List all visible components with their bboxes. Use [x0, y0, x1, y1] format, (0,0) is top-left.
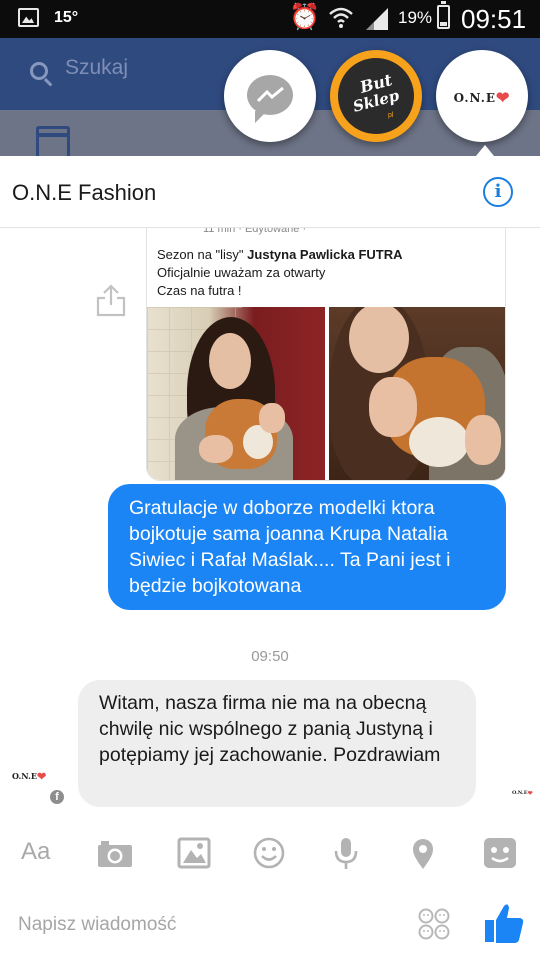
emoji-picker-icon[interactable]	[418, 908, 450, 940]
butsklep-chat-head[interactable]: But Sklep pl	[330, 50, 422, 142]
shared-post-attachment[interactable]: 11 min · Edytowane · Sezon na "lisy" Jus…	[146, 220, 506, 481]
heart-icon: ❤	[496, 88, 511, 107]
messenger-icon	[247, 75, 293, 115]
location-icon[interactable]	[405, 836, 441, 870]
signal-icon	[366, 8, 388, 30]
gallery-notification-icon	[18, 8, 39, 27]
battery-percent: 19%	[398, 8, 433, 27]
chat-panel: O.N.E Fashion i 11 min · Edytowane · Sez…	[0, 156, 540, 960]
one-fashion-logo: O.N.E❤	[453, 88, 511, 107]
camera-icon[interactable]	[97, 836, 133, 870]
heart-icon: ❤	[36, 770, 47, 783]
info-icon[interactable]: i	[483, 177, 513, 207]
active-head-pointer	[476, 145, 494, 156]
butsklep-logo: But Sklep pl	[338, 58, 414, 134]
seen-indicator: O.N.E❤	[512, 790, 533, 797]
emoji-icon[interactable]	[251, 836, 287, 870]
chat-header: O.N.E Fashion i	[0, 156, 540, 228]
alarm-icon: ⏰	[289, 3, 321, 31]
post-photo[interactable]	[147, 307, 325, 480]
sender-avatar[interactable]: O.N.E❤	[12, 770, 66, 790]
incoming-message[interactable]: Witam, nasza firma nie ma na obecną chwi…	[78, 680, 476, 807]
clock: 09:51	[461, 4, 527, 34]
search-input[interactable]: Szukaj	[65, 56, 128, 80]
chat-title[interactable]: O.N.E Fashion	[12, 180, 156, 206]
wifi-icon	[329, 7, 353, 28]
one-fashion-chat-head[interactable]: O.N.E❤	[436, 50, 528, 142]
outgoing-message[interactable]: Gratulacje w doborze modelki ktora bojko…	[108, 484, 506, 610]
weather-temperature: 15°	[54, 9, 79, 26]
share-icon[interactable]	[96, 283, 126, 317]
message-input[interactable]: Napisz wiadomość	[18, 914, 176, 936]
screen: 15° ⏰ 19% 09:51 Szukaj But Sklep pl O.N.…	[0, 0, 540, 960]
news-feed-icon[interactable]	[36, 126, 70, 156]
microphone-icon[interactable]	[328, 836, 364, 870]
message-timestamp: 09:50	[251, 648, 289, 665]
like-thumb-icon[interactable]	[484, 902, 524, 944]
sticker-icon[interactable]	[482, 836, 518, 870]
status-bar: 15° ⏰ 19% 09:51	[0, 0, 540, 38]
post-text-line: Oficjalnie uważam za otwarty	[157, 265, 326, 280]
text-toggle-button[interactable]: Aa	[21, 838, 50, 866]
messenger-bolt-icon	[257, 87, 284, 103]
composer: Napisz wiadomość	[0, 886, 540, 960]
battery-icon	[437, 1, 450, 29]
composer-toolbar: Aa	[0, 824, 540, 880]
post-text-line: Sezon na "lisy" Justyna Pawlicka FUTRA	[157, 247, 403, 262]
gallery-icon[interactable]	[176, 836, 212, 870]
facebook-badge-icon: f	[50, 790, 64, 804]
messenger-chat-head[interactable]	[224, 50, 316, 142]
post-photo[interactable]	[329, 307, 505, 480]
post-text-line: Czas na futra !	[157, 283, 242, 298]
search-icon	[30, 62, 48, 80]
